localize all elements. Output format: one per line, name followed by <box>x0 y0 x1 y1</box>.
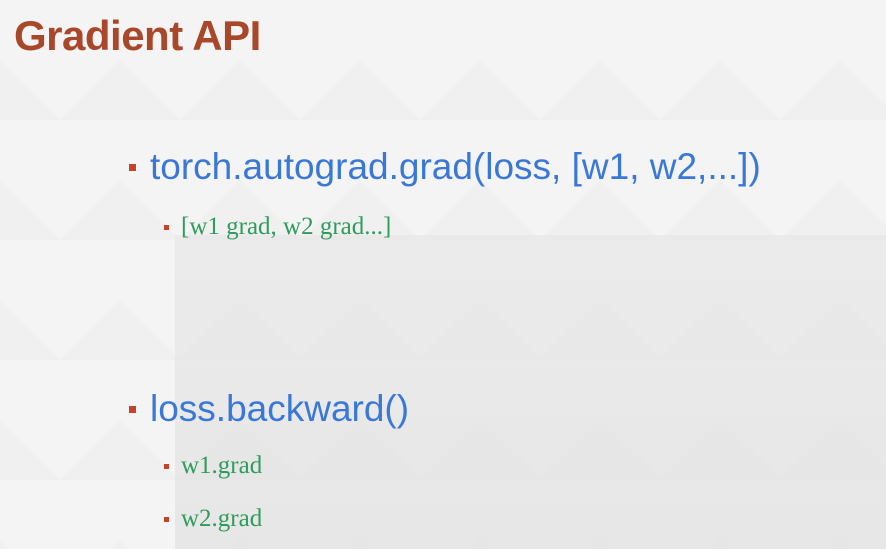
bullet-square-icon <box>164 224 169 230</box>
sub-bullet-item: [w1 grad, w2 grad...] <box>164 213 391 241</box>
bullet-square-icon <box>129 405 136 413</box>
bullet-square-icon <box>164 516 169 522</box>
slide-title: Gradient API <box>14 12 261 59</box>
bullet-square-icon <box>164 463 169 469</box>
bullet-item: torch.autograd.grad(loss, [w1, w2,...]) <box>129 146 761 188</box>
sub-bullet-item: w2.grad <box>164 505 262 533</box>
sub-bullet-text: w2.grad <box>181 505 263 532</box>
bullet-text: loss.backward() <box>150 388 410 429</box>
bullet-square-icon <box>129 163 136 171</box>
sub-bullet-text: w1.grad <box>181 452 263 479</box>
bullet-item: loss.backward() <box>129 388 409 430</box>
sub-bullet-item: w1.grad <box>164 452 262 480</box>
sub-bullet-text: [w1 grad, w2 grad...] <box>181 213 392 240</box>
bullet-text: torch.autograd.grad(loss, [w1, w2,...]) <box>150 146 761 187</box>
